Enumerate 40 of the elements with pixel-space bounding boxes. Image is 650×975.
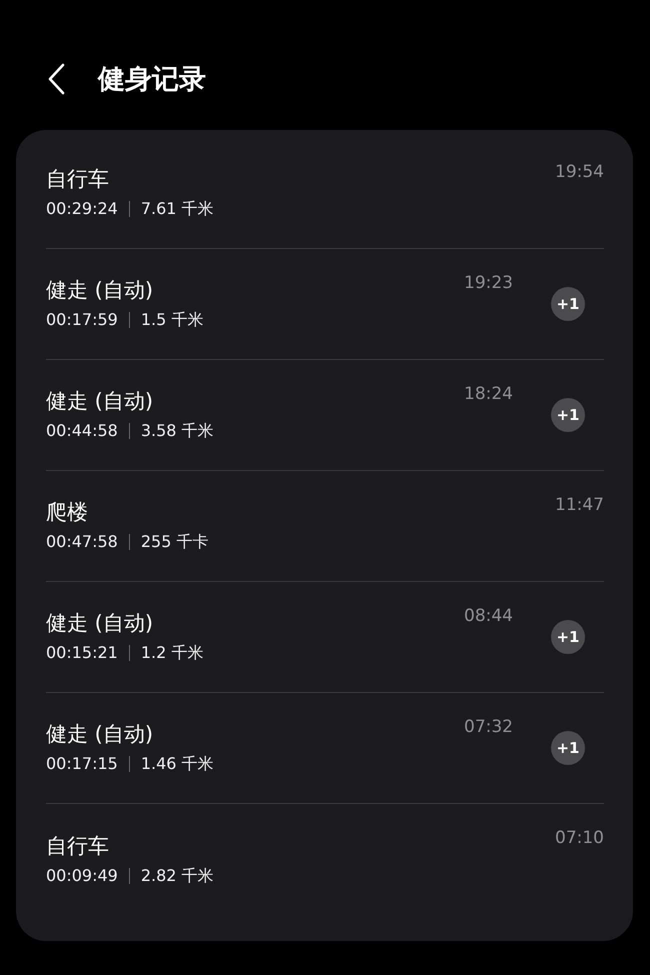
record-title: 健走 (自动) <box>46 277 154 303</box>
record-title: 爬楼 <box>46 499 89 525</box>
record-duration: 00:29:24 <box>46 198 118 220</box>
record-amount: 1.2 千米 <box>140 642 204 664</box>
count-badge: +1 <box>551 287 585 321</box>
record-title: 自行车 <box>46 832 110 858</box>
record-amount: 3.58 千米 <box>140 420 214 442</box>
record-row[interactable]: 自行车 00:29:24 7.61 千米 19:54 <box>46 138 604 249</box>
record-amount: 7.61 千米 <box>140 198 214 220</box>
record-row[interactable]: 健走 (自动) 00:17:15 1.46 千米 07:32 +1 <box>46 693 604 804</box>
record-time: 07:10 <box>555 828 604 848</box>
count-badge: +1 <box>551 731 585 765</box>
count-badge: +1 <box>551 620 585 654</box>
record-time: 19:23 <box>464 273 513 293</box>
record-row[interactable]: 健走 (自动) 00:15:21 1.2 千米 08:44 +1 <box>46 582 604 693</box>
record-duration: 00:44:58 <box>46 420 118 442</box>
record-row[interactable]: 健走 (自动) 00:17:59 1.5 千米 19:23 +1 <box>46 249 604 360</box>
record-amount: 1.46 千米 <box>140 753 214 775</box>
record-title: 健走 (自动) <box>46 610 154 636</box>
record-title: 健走 (自动) <box>46 388 154 414</box>
record-row[interactable]: 健走 (自动) 00:44:58 3.58 千米 18:24 +1 <box>46 360 604 471</box>
record-time: 11:47 <box>555 495 604 515</box>
record-time: 18:24 <box>464 384 513 404</box>
record-row[interactable]: 自行车 00:09:49 2.82 千米 07:10 <box>46 804 604 915</box>
record-duration: 00:09:49 <box>46 864 118 886</box>
record-title: 健走 (自动) <box>46 721 154 747</box>
record-title: 自行车 <box>46 166 110 192</box>
record-amount: 2.82 千米 <box>140 864 214 886</box>
record-duration: 00:15:21 <box>46 642 118 664</box>
record-time: 07:32 <box>464 717 513 737</box>
record-time: 08:44 <box>464 606 513 626</box>
record-time: 19:54 <box>555 162 604 182</box>
record-duration: 00:17:59 <box>46 309 118 331</box>
page-title: 健身记录 <box>98 63 206 97</box>
count-badge: +1 <box>551 398 585 432</box>
record-amount: 255 千卡 <box>140 531 208 553</box>
record-duration: 00:47:58 <box>46 531 118 553</box>
record-row[interactable]: 爬楼 00:47:58 255 千卡 11:47 <box>46 471 604 582</box>
record-duration: 00:17:15 <box>46 753 118 775</box>
record-amount: 1.5 千米 <box>140 309 204 331</box>
